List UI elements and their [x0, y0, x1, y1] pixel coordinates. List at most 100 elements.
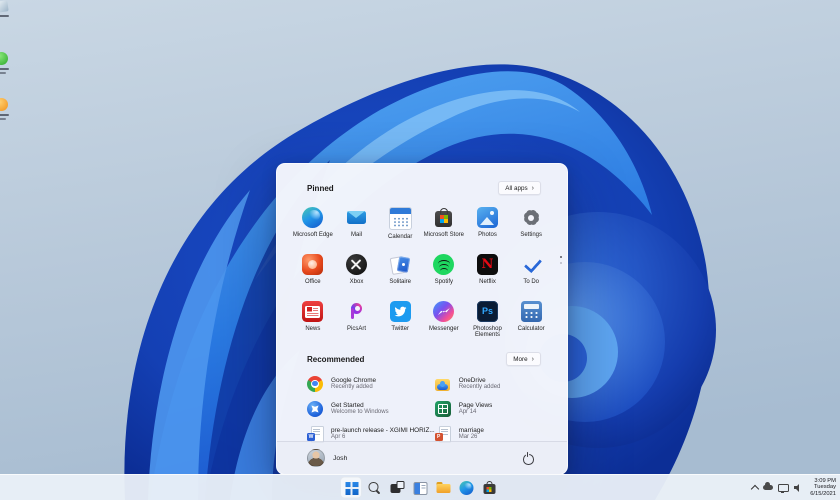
page-dot-active — [559, 256, 562, 259]
hidden-icons-chevron-icon[interactable] — [750, 484, 759, 493]
shortcut-icon — [0, 0, 9, 13]
pinned-app-settings[interactable]: Settings — [509, 203, 553, 249]
widgets-icon — [413, 481, 428, 495]
recommended-header: Recommended — [307, 354, 365, 364]
edge-taskbar-button[interactable] — [456, 477, 477, 498]
taskbar: 3:09 PM Tuesday 6/15/2021 — [0, 474, 840, 500]
pinned-app-photoshop-elements[interactable]: Photoshop Elements — [466, 297, 510, 343]
microsoft-store-icon — [433, 207, 454, 228]
clock[interactable]: 3:09 PM Tuesday 6/15/2021 — [810, 478, 836, 497]
taskbar-center-icons — [340, 475, 500, 500]
word-file-icon — [307, 426, 324, 443]
pinned-app-photos[interactable]: Photos — [466, 203, 510, 249]
pinned-app-calculator[interactable]: Calculator — [509, 297, 553, 343]
pinned-app-mail[interactable]: Mail — [335, 203, 379, 249]
folder-icon — [436, 481, 450, 495]
recommended-title: pre-launch release - XGIMI HORIZ... — [331, 426, 435, 434]
pinned-app-label: Twitter — [391, 325, 409, 332]
photoshop-elements-icon — [476, 301, 498, 322]
pinned-app-netflix[interactable]: Netflix — [466, 250, 510, 296]
page-dot — [559, 262, 562, 265]
pinned-app-twitter[interactable]: Twitter — [378, 297, 422, 343]
settings-gear-icon — [521, 207, 542, 228]
pinned-app-office[interactable]: Office — [291, 250, 335, 296]
pinned-app-label: Microsoft Edge — [292, 231, 333, 238]
desktop-shortcut-1[interactable] — [0, 0, 10, 17]
onedrive-tray-icon[interactable] — [762, 482, 773, 491]
pinned-app-label: Netflix — [479, 278, 496, 285]
task-view-icon — [390, 481, 404, 495]
pinned-app-label: News — [305, 325, 321, 332]
user-name: Josh — [333, 454, 348, 462]
windows-logo-icon — [345, 481, 358, 495]
pinned-app-label: Xbox — [349, 278, 364, 285]
shortcut-icon — [0, 98, 8, 111]
clock-day: Tuesday — [813, 484, 836, 491]
pinned-app-xbox[interactable]: Xbox — [335, 250, 379, 296]
pinned-app-spotify[interactable]: Spotify — [422, 250, 466, 296]
recommended-item-get-started[interactable]: Get Started Welcome to Windows — [307, 398, 435, 419]
onedrive-folder-icon — [434, 376, 451, 392]
get-started-icon — [307, 400, 323, 417]
power-icon — [523, 452, 534, 465]
widgets-button[interactable] — [410, 477, 431, 498]
desktop-shortcut-2[interactable] — [0, 52, 10, 74]
microsoft-store-icon — [482, 481, 496, 495]
user-profile-button[interactable]: Josh — [307, 449, 347, 467]
pinned-app-to-do[interactable]: To Do — [509, 250, 553, 296]
photos-icon — [476, 207, 498, 228]
pinned-app-label: Calculator — [517, 325, 545, 332]
spotify-icon — [433, 254, 455, 275]
start-button[interactable] — [340, 477, 362, 498]
more-button[interactable]: More › — [506, 352, 541, 366]
file-explorer-button[interactable] — [433, 477, 454, 498]
desktop-shortcut-3[interactable] — [0, 98, 10, 120]
chevron-right-icon: › — [531, 355, 534, 363]
pinned-app-label: Photoshop Elements — [473, 325, 502, 339]
shortcut-label — [0, 114, 9, 116]
pinned-app-news[interactable]: News — [291, 297, 335, 343]
task-view-button[interactable] — [387, 477, 408, 498]
search-icon — [367, 481, 381, 495]
search-button[interactable] — [364, 477, 385, 498]
messenger-icon — [433, 301, 455, 322]
clock-date: 6/15/2021 — [810, 490, 836, 497]
volume-icon[interactable] — [793, 483, 804, 492]
recommended-subtitle: Welcome to Windows — [331, 408, 389, 415]
recommended-item-onedrive[interactable]: OneDrive Recently added — [434, 373, 541, 394]
pinned-app-label: PicsArt — [346, 325, 366, 332]
store-taskbar-button[interactable] — [479, 477, 500, 498]
edge-icon — [459, 480, 473, 495]
recommended-subtitle: Mar 26 — [458, 433, 478, 440]
pinned-app-solitaire[interactable]: Solitaire — [378, 250, 422, 296]
chevron-right-icon: › — [531, 184, 534, 192]
pinned-app-calendar[interactable]: Calendar — [378, 203, 422, 249]
start-menu: Pinned All apps › Microsoft Edge Mail Ca… — [276, 163, 568, 475]
recommended-title: marriage — [458, 426, 484, 434]
recommended-title: Page Views — [458, 401, 493, 409]
power-button[interactable] — [519, 449, 537, 467]
recommended-subtitle: Recently added — [458, 383, 501, 390]
netflix-icon — [476, 254, 498, 275]
recommended-subtitle: Apr 6 — [331, 433, 346, 440]
todo-check-icon — [521, 254, 542, 275]
recommended-item-page-views[interactable]: Page Views Apr 14 — [434, 398, 541, 419]
pinned-app-messenger[interactable]: Messenger — [422, 297, 466, 343]
pinned-header: Pinned — [307, 183, 334, 193]
recommended-title: Get Started — [331, 401, 364, 409]
pinned-app-label: Spotify — [434, 278, 453, 285]
pinned-page-indicator[interactable] — [559, 256, 562, 265]
pinned-app-label: To Do — [523, 278, 539, 285]
network-icon[interactable] — [777, 483, 789, 494]
xbox-icon — [345, 254, 367, 275]
news-icon — [302, 301, 324, 322]
pinned-app-picsart[interactable]: PicsArt — [335, 297, 379, 343]
shortcut-icon — [0, 52, 8, 65]
twitter-bird-icon — [389, 301, 411, 322]
recommended-item-google-chrome[interactable]: Google Chrome Recently added — [307, 373, 435, 394]
pinned-app-microsoft-store[interactable]: Microsoft Store — [422, 203, 466, 249]
start-menu-user-bar: Josh — [277, 441, 567, 474]
all-apps-button[interactable]: All apps › — [498, 181, 541, 195]
pinned-app-label: Settings — [520, 231, 542, 238]
pinned-app-microsoft-edge[interactable]: Microsoft Edge — [291, 203, 335, 249]
